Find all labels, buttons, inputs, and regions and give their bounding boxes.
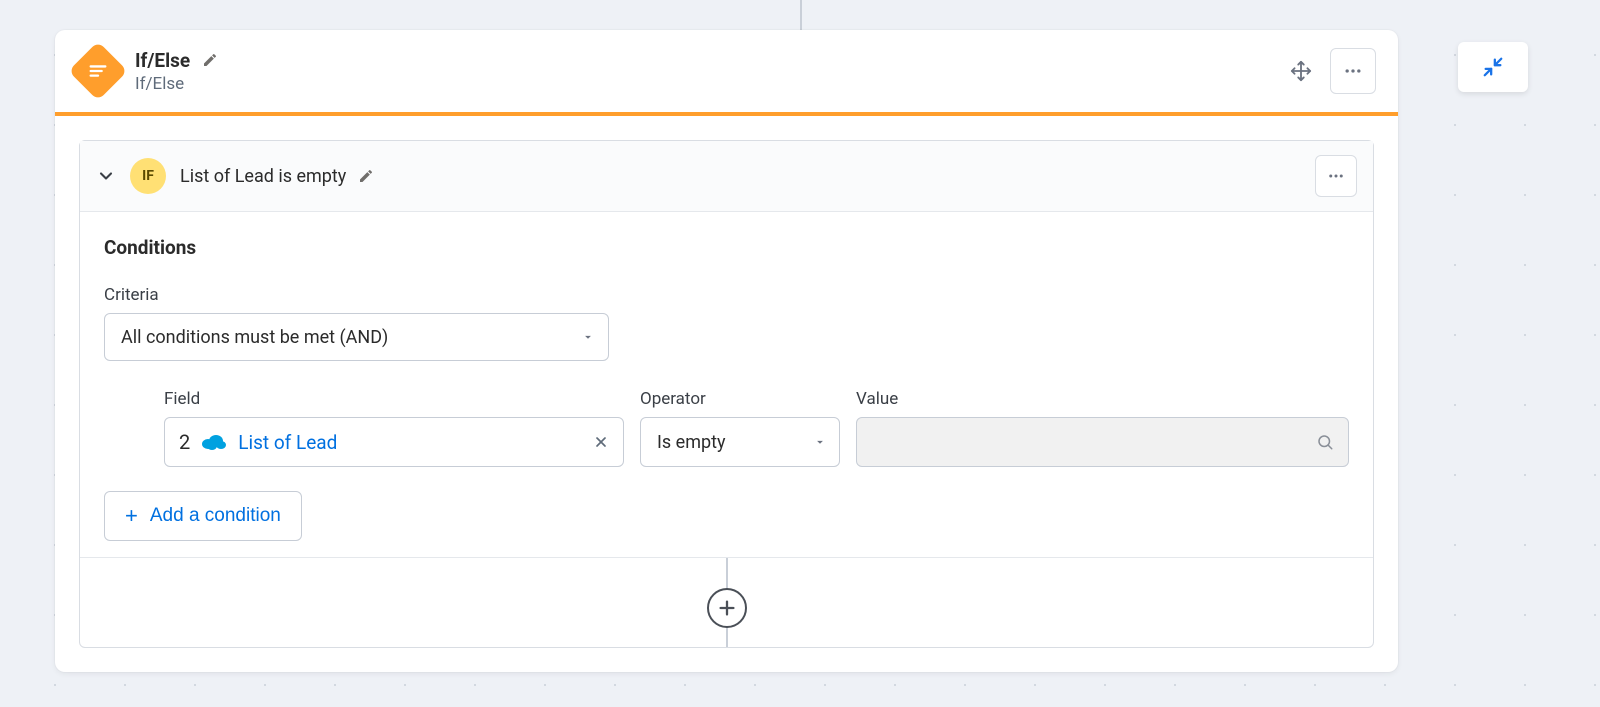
if-badge: IF (130, 158, 166, 194)
edit-condition-icon[interactable] (358, 168, 374, 184)
search-icon (1316, 433, 1334, 451)
ifelse-icon (68, 41, 127, 100)
caret-down-icon (813, 435, 827, 449)
clear-field-icon[interactable] (589, 430, 613, 454)
condition-header: IF List of Lead is empty (80, 141, 1373, 212)
value-column-label: Value (856, 389, 1349, 409)
criteria-label: Criteria (104, 285, 1349, 305)
operator-value: Is empty (657, 432, 726, 453)
plus-icon: + (125, 503, 138, 529)
operator-column-label: Operator (640, 389, 840, 409)
condition-title: List of Lead is empty (180, 166, 346, 187)
field-input[interactable]: 2 List of Lead (164, 417, 624, 467)
condition-more-button[interactable] (1315, 155, 1357, 197)
connector-line-top (800, 0, 802, 30)
chevron-down-icon[interactable] (96, 166, 116, 186)
criteria-select[interactable]: All conditions must be met (AND) (104, 313, 609, 361)
card-more-button[interactable] (1330, 48, 1376, 94)
field-value-text: List of Lead (238, 431, 579, 454)
add-step-button[interactable] (707, 588, 747, 628)
card-subtitle: If/Else (135, 74, 1286, 94)
header-text-block: If/Else If/Else (135, 49, 1286, 94)
move-icon[interactable] (1286, 56, 1316, 86)
edit-title-icon[interactable] (202, 52, 218, 68)
criteria-value: All conditions must be met (AND) (121, 327, 388, 348)
bottom-connector (80, 557, 1373, 647)
condition-block: IF List of Lead is empty Conditions Crit… (79, 140, 1374, 648)
add-condition-button[interactable]: + Add a condition (104, 491, 302, 541)
salesforce-icon (200, 432, 228, 452)
card-title: If/Else (135, 49, 190, 72)
field-index: 2 (179, 430, 190, 454)
add-condition-label: Add a condition (150, 505, 281, 527)
card-header: If/Else If/Else (55, 30, 1398, 112)
ifelse-card: If/Else If/Else IF (55, 30, 1398, 672)
collapse-button[interactable] (1458, 42, 1528, 92)
operator-select[interactable]: Is empty (640, 417, 840, 467)
conditions-section-title: Conditions (104, 236, 1349, 259)
field-column-label: Field (164, 389, 624, 409)
value-input[interactable] (856, 417, 1349, 467)
